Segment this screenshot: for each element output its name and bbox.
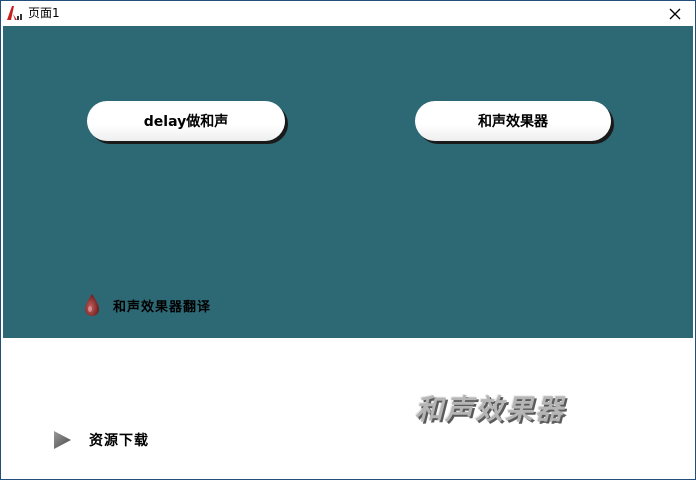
drop-icon [85,294,99,316]
play-triangle-icon [54,431,71,449]
main-panel: delay做和声 和声效果器 和声效果器翻译 [3,26,693,338]
translate-link[interactable]: 和声效果器翻译 [83,293,211,317]
footer-panel: 和声效果器 资源下载 [3,338,693,479]
chorus-effect-button[interactable]: 和声效果器 [415,101,611,141]
delay-chorus-button[interactable]: delay做和声 [87,101,285,141]
app-window: 页面1 delay做和声 和声效果器 和声效果器翻译 和声效果器 资源下载 [0,0,696,480]
download-link-label: 资源下载 [89,433,149,449]
close-button[interactable] [655,1,695,26]
title-bar[interactable]: 页面1 [1,1,695,26]
app-logo-icon [7,6,22,20]
calligraphy-title: 和声效果器 [415,393,566,426]
window-title: 页面1 [28,6,60,20]
close-icon [669,8,681,19]
download-link[interactable]: 资源下载 [51,429,149,451]
translate-link-label: 和声效果器翻译 [113,299,212,315]
